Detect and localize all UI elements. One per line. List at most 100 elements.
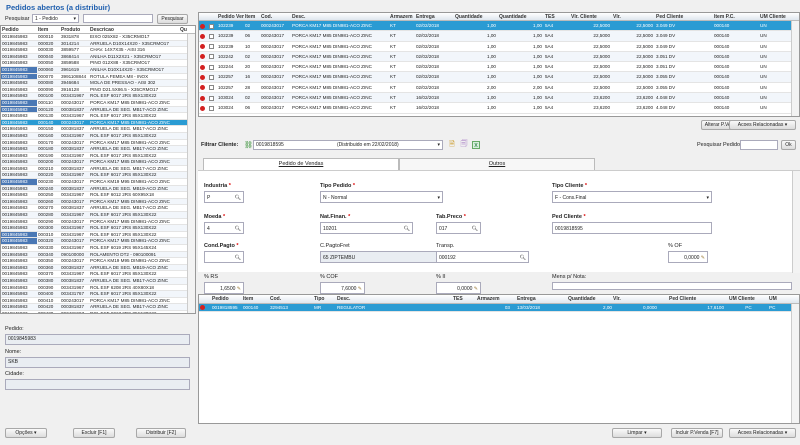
search-icon[interactable]: 🔍︎ <box>235 194 241 202</box>
col-vlr[interactable]: Vlr. <box>612 295 657 303</box>
excel-icon[interactable]: x <box>472 141 480 149</box>
col-item[interactable]: Item <box>244 13 260 20</box>
table-row[interactable]: 102244 20 000243017 PORCA KM17 M85 DIN981-A… <box>199 62 799 73</box>
search-icon[interactable]: 🔍︎ <box>472 225 478 233</box>
list-item[interactable]: 0019845983 000370 003431967 ROL ESF 6017 2R… <box>1 271 195 278</box>
nat-finan-field[interactable]: 10201 🔍︎ <box>320 222 413 234</box>
table-row[interactable]: 102239 10 000243017 PORCA KM17 M85 DIN981-A… <box>199 42 799 52</box>
col-quantidade-2[interactable]: Quantidade <box>498 13 544 20</box>
form-scrollbar[interactable] <box>792 171 800 273</box>
col-desc[interactable]: Desc. <box>336 295 452 303</box>
col-descricao[interactable]: Descricao <box>89 26 179 33</box>
list-item[interactable]: 0019845983 000270 000381837 ARRUELA DE SEG.… <box>1 205 195 213</box>
col-ped-cliente[interactable]: Ped Cliente <box>668 295 728 303</box>
list-item[interactable]: 0019845983 000150 000381837 ARRUELA DE SEG.… <box>1 126 195 133</box>
list-item[interactable]: 0019845983 000340 090100000 ROLAMENTO DT2 -… <box>1 251 195 259</box>
list-item[interactable]: 0019845983 000250 003431967 ROL ESF 6012 2R… <box>1 192 195 199</box>
list-item[interactable]: 0019845983 000300 003431967 ROL ESF 6017 2R… <box>1 225 195 232</box>
search-icon[interactable]: 🔍︎ <box>520 254 526 262</box>
excluir-button[interactable]: Excluir [F1] <box>73 428 115 438</box>
checkbox-cell[interactable] <box>208 21 217 30</box>
list-item[interactable]: 0019845983 000330 003431967 ROL ESF 6019 2R… <box>1 245 195 252</box>
checkbox[interactable] <box>209 74 214 80</box>
col-entrega[interactable]: Entrega <box>516 295 567 303</box>
table-row[interactable]: 0019818595 000140 3294513 MR REGULATOR 0… <box>199 304 799 312</box>
filtrar-cliente-input[interactable]: 0019818595 (Distribuido em 22/02/2018) ▾ <box>253 140 443 150</box>
list-item[interactable]: 0019845983 000290 000243017 PORCA KM17 M85 … <box>1 219 195 226</box>
table-row[interactable]: 102257 16 000243017 PORCA KM17 M85 DIN981-A… <box>199 72 799 83</box>
top-grid-scrollbar[interactable] <box>791 21 799 116</box>
col-pedido-venda[interactable]: Pedido Venda <box>217 13 244 20</box>
tipo-pedido-select[interactable]: N - Normal ▾ <box>320 191 443 203</box>
col-vlr[interactable]: Vlr. <box>612 13 655 20</box>
list-item[interactable]: 0019845983 000050 3859588 PINO 012X88 - X35… <box>1 60 195 67</box>
list-item[interactable]: 0019845983 000240 000381837 ARRUELA DE SEG.… <box>1 185 195 193</box>
list-item[interactable]: 0019845983 000260 000243017 PORCA KM17 M85 … <box>1 198 195 206</box>
cond-pagto-field[interactable]: 🔍︎ <box>204 251 244 263</box>
col-quantidade[interactable]: Quantidade <box>454 13 498 20</box>
list-item[interactable]: 0019845983 000190 003431967 ROL ESF 6017 2R… <box>1 153 195 160</box>
ok-button[interactable]: Ok <box>781 140 796 150</box>
bottom-grid-scrollbar[interactable] <box>791 304 799 423</box>
pct-ii-field[interactable]: 0,0000 ✎ <box>436 282 481 294</box>
list-item[interactable]: 0019845983 000060 3961619 ANILHA D10X14X20 … <box>1 66 195 74</box>
col-ped-cliente[interactable]: Ped Cliente <box>655 13 713 20</box>
col-cod[interactable]: Cod. <box>269 295 313 303</box>
checkbox[interactable] <box>209 44 214 50</box>
search-icon[interactable]: 🔍︎ <box>235 225 241 233</box>
col-item[interactable]: Item <box>37 26 60 33</box>
col-produto[interactable]: Produto <box>60 26 89 33</box>
col-armazem[interactable]: Armazem <box>476 295 516 303</box>
tipo-cliente-select[interactable]: F - Cons.Final ▾ <box>552 191 712 203</box>
nome-field[interactable]: SKB <box>5 357 190 368</box>
list-item[interactable]: 0019845983 000220 003431967 ROL ESF 6017 2R… <box>1 172 195 180</box>
checkbox-cell[interactable] <box>208 103 217 112</box>
acoes-relacionadas-top-button[interactable]: Acoes Relacionadas ▾ <box>729 120 796 130</box>
list-item[interactable]: 0019845983 000080 3946684 MOLA DE PRESSAO -… <box>1 80 195 87</box>
col-quantidade[interactable]: Quantidade <box>567 295 612 303</box>
list-item[interactable]: 0019845983 000030 3859577 CHAV. 14X7X35 - A… <box>1 47 195 54</box>
cpagto-field[interactable]: 65 ZIPTEMBU <box>320 251 443 263</box>
list-item[interactable]: 0019845983 000210 000381837 ARRUELA DE SEG.… <box>1 166 195 173</box>
document-edit-icon[interactable]: 🗐 <box>460 141 468 149</box>
col-tes[interactable]: TES <box>544 13 570 20</box>
col-vlr-cliente[interactable]: Vlr. Cliente <box>570 13 612 20</box>
table-row[interactable]: 102239 06 000243017 PORCA KM17 M85 DIN981-A… <box>199 31 799 42</box>
list-item[interactable]: 0019845983 000230 000243017 PORCA KM19 M95 … <box>1 179 195 186</box>
pesquisar-pedido-input[interactable] <box>740 140 778 150</box>
mens-field[interactable] <box>552 282 792 290</box>
link-icon[interactable]: ⛓ <box>244 141 253 149</box>
document-search-icon[interactable]: 🗎 <box>448 141 456 149</box>
list-item[interactable]: 0019845983 000170 000243017 PORCA KM17 M85 … <box>1 140 195 147</box>
checkbox-cell[interactable] <box>208 83 217 92</box>
col-item[interactable]: Item <box>242 295 269 303</box>
list-item[interactable]: 0019845983 000070 3991108844 ROTULA FEMEA M… <box>1 73 195 81</box>
limpar-button[interactable]: Limpar ▾ <box>612 428 662 438</box>
search-icon[interactable]: 🔍︎ <box>235 254 241 262</box>
edit-icon[interactable]: ✎ <box>237 286 241 292</box>
checkbox-cell[interactable] <box>208 93 217 102</box>
incluir-pvenda-button[interactable]: Incluir P.Venda [F7] <box>671 428 723 438</box>
checkbox[interactable] <box>209 105 214 111</box>
list-item[interactable]: 0019845983 000120 000381837 ARRUELA DE SEG.… <box>1 106 195 114</box>
table-row[interactable]: 102257 28 000243017 PORCA KM17 M85 DIN981-A… <box>199 83 799 94</box>
distribuido-select[interactable]: (Distribuido em 22/02/2018) <box>337 142 399 149</box>
list-item[interactable]: 0019845983 000410 000243017 PORCA KM17 M85 … <box>1 298 195 305</box>
col-item-pc[interactable]: Item P.C. <box>713 13 759 20</box>
checkbox[interactable] <box>209 54 214 60</box>
moeda-field[interactable]: 4 🔍︎ <box>204 222 244 234</box>
list-item[interactable]: 0019845983 000180 000381837 ARRUELA DE SEG.… <box>1 146 195 153</box>
list-item[interactable]: 0019845983 000140 000243017 PORCA KM17 M85 … <box>1 119 195 127</box>
list-item[interactable]: 0019845983 000280 003431967 ROL ESF 6017 2R… <box>1 212 195 219</box>
checkbox[interactable] <box>209 23 214 29</box>
list-item[interactable]: 0019845983 000130 003431967 ROL ESF 6017 2R… <box>1 113 195 120</box>
list-item[interactable]: 0019845983 000010 3931878 EIXO 025X82 - X35… <box>1 34 195 41</box>
list-item[interactable]: 0019845983 000390 003431967 ROL ESF 6208 2R… <box>1 285 195 292</box>
list-item[interactable]: 0019845983 000420 000381837 ARRUELA DE SEG.… <box>1 304 195 311</box>
checkbox-cell[interactable] <box>208 72 217 81</box>
col-um-cliente[interactable]: UM Cliente <box>759 13 789 20</box>
list-item[interactable]: 0019845983 000040 3868414 ANILHA D11X2X21 -… <box>1 53 195 61</box>
transp-field[interactable]: 000192 🔍︎ <box>436 251 529 263</box>
col-entrega[interactable]: Entrega <box>415 13 454 20</box>
list-item[interactable]: 0019845983 000360 000381837 ARRUELA DE SEG.… <box>1 264 195 272</box>
